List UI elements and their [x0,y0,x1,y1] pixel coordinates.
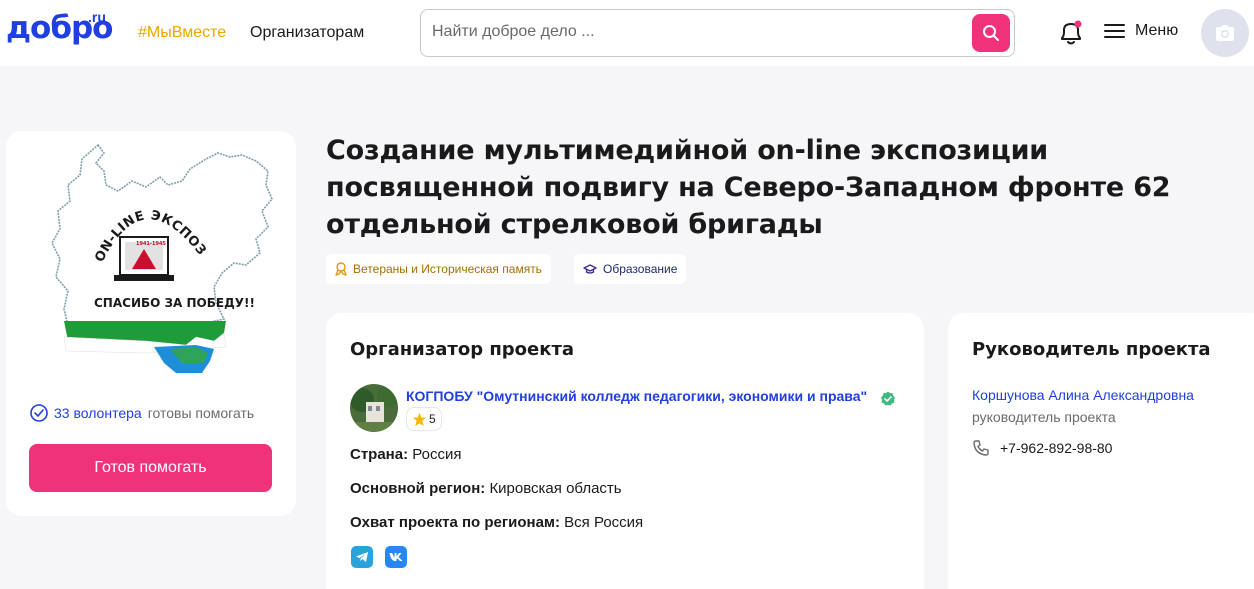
region-value: Кировская область [489,480,622,497]
project-leader-card: Руководитель проекта Коршунова Алина Але… [948,313,1254,589]
menu-label: Меню [1135,22,1179,39]
check-circle-icon [30,404,48,422]
ready-to-help-button[interactable]: Готов помогать [29,444,272,492]
nav-link-myvmeste[interactable]: #МыВместе [138,24,226,42]
region-label: Основной регион: [350,480,486,497]
region-row: Основной регион: Кировская область [350,480,622,497]
star-icon [412,412,427,426]
volunteers-label: готовы помогать [147,405,255,421]
search-button[interactable] [972,14,1010,52]
logo-suffix[interactable]: .ru [88,9,106,25]
user-avatar[interactable] [1201,9,1249,57]
country-value: Россия [412,446,462,463]
search-box [420,9,1015,57]
page-title: Создание мультимедийной on-line экспозиц… [326,135,1171,240]
site-header: добро .ru #МыВместе Организаторам Меню [0,0,1254,66]
search-icon [983,25,999,41]
graduation-cap-icon [583,263,597,274]
organizer-card: Организатор проекта КОГПОБУ "Омутнинский… [326,313,924,589]
coverage-value: Вся Россия [564,514,644,531]
project-summary-card: 1941-1945 ON-LINE ЭКСПОЗИЦИЯ СПАСИБО ЗА … [6,131,296,516]
svg-text:1941-1945: 1941-1945 [136,241,166,247]
leader-role: руководитель проекта [972,409,1116,425]
vk-icon [389,553,402,561]
menu-button[interactable]: Меню [1104,22,1178,40]
telegram-icon [356,552,368,562]
leader-phone[interactable]: +7-962-892-98-80 [972,439,1112,457]
leader-name-link[interactable]: Коршунова Алина Александровна [972,387,1194,403]
search-input[interactable] [432,23,952,41]
ribbon-icon [335,262,347,276]
country-label: Страна: [350,446,409,463]
leader-heading: Руководитель проекта [972,339,1211,360]
nav-link-organizers[interactable]: Организаторам [250,24,364,42]
project-image: 1941-1945 ON-LINE ЭКСПОЗИЦИЯ СПАСИБО ЗА … [46,141,273,373]
organizer-heading: Организатор проекта [350,339,575,360]
country-row: Страна: Россия [350,446,461,463]
volunteers-info: 33 волонтера готовы помогать [30,404,254,422]
organizer-rating[interactable]: 5 [406,407,442,431]
vk-link[interactable] [385,546,407,568]
leader-phone-number: +7-962-892-98-80 [1000,440,1113,456]
rating-value: 5 [429,412,436,426]
coverage-row: Охват проекта по регионам: Вся Россия [350,514,643,531]
verified-badge-icon [881,391,895,406]
camera-icon [1216,25,1234,41]
hamburger-icon [1104,24,1125,38]
category-tag-label: Ветераны и Историческая память [353,262,542,276]
volunteers-count[interactable]: 33 волонтера [54,405,142,421]
category-tag-veterans[interactable]: Ветераны и Историческая память [326,254,551,284]
category-tag-label: Образование [603,262,678,276]
phone-icon [973,440,989,456]
project-image-caption-bottom: СПАСИБО ЗА ПОБЕДУ!! [94,296,255,310]
telegram-link[interactable] [351,546,373,568]
organizer-name-link[interactable]: КОГПОБУ "Омутнинский колледж педагогики,… [406,388,867,404]
coverage-label: Охват проекта по регионам: [350,514,560,531]
organizer-avatar[interactable] [350,384,398,432]
category-tag-education[interactable]: Образование [574,254,687,284]
notifications-bell-icon[interactable] [1058,19,1084,47]
